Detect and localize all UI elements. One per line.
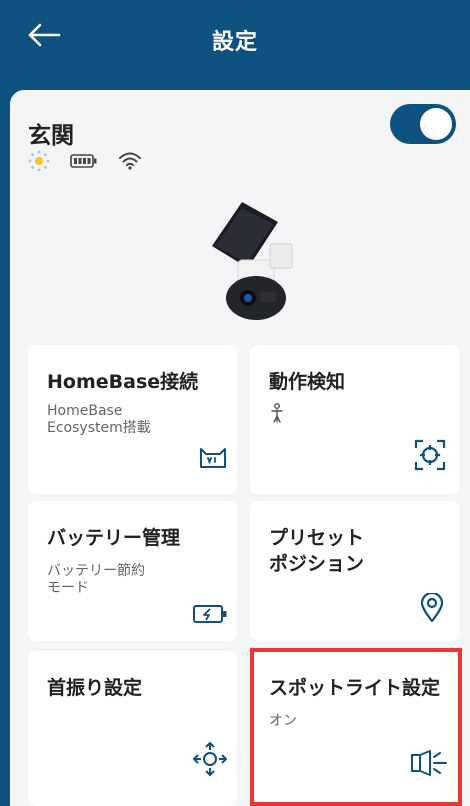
battery-management-card[interactable]: バッテリー管理 バッテリー節約 モード [28, 501, 237, 641]
homebase-icon [200, 448, 226, 468]
motion-detect-icon [414, 439, 446, 471]
toggle-knob [420, 108, 452, 140]
device-name: 玄関 [28, 123, 74, 149]
camera-image [212, 202, 293, 320]
battery-card-title: バッテリー管理 [47, 527, 181, 549]
homebase-card-subtitle: HomeBase Ecosystem搭載 [47, 403, 151, 436]
spotlight-icon [411, 750, 447, 776]
motion-detect-card[interactable]: 動作検知 [250, 345, 459, 494]
device-power-toggle[interactable] [390, 104, 456, 144]
battery-card-subtitle: バッテリー節約 モード [47, 563, 145, 596]
brightness-icon [28, 150, 50, 172]
spotlight-card-title: スポットライト設定 [269, 677, 441, 699]
spotlight-card-subtitle: オン [269, 713, 297, 729]
homebase-card-title: HomeBase接続 [47, 371, 199, 393]
motion-detect-card-title: 動作検知 [269, 371, 346, 393]
wifi-icon [119, 152, 141, 170]
pan-tilt-card-title: 首振り設定 [47, 677, 143, 699]
preset-card-title: プリセット ポジション [269, 527, 365, 575]
spotlight-card[interactable]: スポットライト設定 オン [250, 651, 459, 806]
status-row [28, 150, 142, 172]
page-title: 設定 [211, 30, 258, 55]
settings-sheet: 玄関 HomeBase接続 HomeBase Ecosystem搭載 動作検知 … [10, 90, 470, 806]
header: 設定 [0, 0, 470, 90]
location-pin-icon [420, 593, 444, 623]
preset-position-card[interactable]: プリセット ポジション [250, 501, 459, 641]
homebase-card[interactable]: HomeBase接続 HomeBase Ecosystem搭載 [28, 345, 237, 494]
battery-charge-icon [193, 605, 227, 623]
pan-tilt-card[interactable]: 首振り設定 [28, 651, 237, 806]
battery-icon [70, 154, 97, 168]
pan-tilt-icon [193, 742, 227, 776]
person-icon [271, 403, 283, 423]
